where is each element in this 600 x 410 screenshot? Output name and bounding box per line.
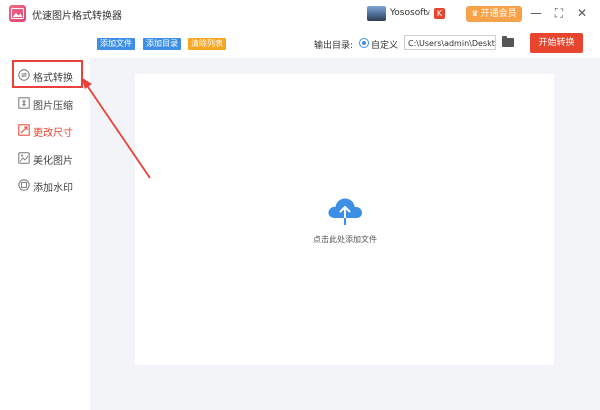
compress-icon xyxy=(18,97,30,109)
sidebar-item-label: 添加水印 xyxy=(33,183,73,194)
open-vip-button[interactable]: ♛ 开通会员 xyxy=(466,6,522,22)
cloud-upload-icon[interactable] xyxy=(326,196,364,229)
maximize-icon[interactable]: ⛶ xyxy=(551,5,567,21)
output-path-input[interactable]: C:\Users\admin\Deskto xyxy=(404,35,496,50)
open-vip-label: 开通会员 xyxy=(480,9,517,19)
custom-dir-label[interactable]: 自定义 xyxy=(371,38,398,51)
add-file-button[interactable]: 添加文件 xyxy=(97,38,135,50)
output-dir-label: 输出目录: xyxy=(314,41,354,51)
sidebar-item-compress[interactable]: 图片压缩 xyxy=(14,93,90,113)
sidebar-item-label: 图片压缩 xyxy=(33,101,73,112)
folder-icon[interactable] xyxy=(502,36,514,47)
start-convert-button[interactable]: 开始转换 xyxy=(530,33,583,53)
beautify-icon xyxy=(18,152,30,164)
sidebar-item-label: 美化图片 xyxy=(33,156,73,167)
clear-list-button[interactable]: 清除列表 xyxy=(188,38,226,50)
dropzone-hint[interactable]: 点击此处添加文件 xyxy=(285,234,405,245)
app-logo-icon xyxy=(9,5,26,22)
user-avatar[interactable] xyxy=(367,6,386,21)
vip-status-badge: K xyxy=(434,8,445,19)
sidebar-item-label: 更改尺寸 xyxy=(33,128,73,139)
sidebar-item-resize[interactable]: 更改尺寸 xyxy=(14,120,90,140)
user-name[interactable]: Yososoft xyxy=(390,8,427,18)
custom-dir-radio[interactable] xyxy=(359,38,369,48)
app-title: 优速图片格式转换器 xyxy=(32,11,122,22)
chevron-down-icon[interactable]: ∨ xyxy=(425,8,431,17)
add-folder-button[interactable]: 添加目录 xyxy=(143,38,181,50)
minimize-icon[interactable]: — xyxy=(528,5,544,21)
title-bar: 优速图片格式转换器 Yososoft ∨ K ♛ 开通会员 — ⛶ ✕ xyxy=(0,0,600,28)
watermark-icon xyxy=(18,179,30,191)
close-icon[interactable]: ✕ xyxy=(574,5,590,21)
resize-icon xyxy=(18,124,30,136)
sidebar-item-watermark[interactable]: 添加水印 xyxy=(14,175,90,195)
annotation-highlight-box xyxy=(12,60,83,88)
sidebar-item-beautify[interactable]: 美化图片 xyxy=(14,148,90,168)
crown-icon: ♛ xyxy=(471,9,479,18)
toolbar: 添加文件 添加目录 清除列表 输出目录: 自定义 C:\Users\admin\… xyxy=(0,28,600,58)
